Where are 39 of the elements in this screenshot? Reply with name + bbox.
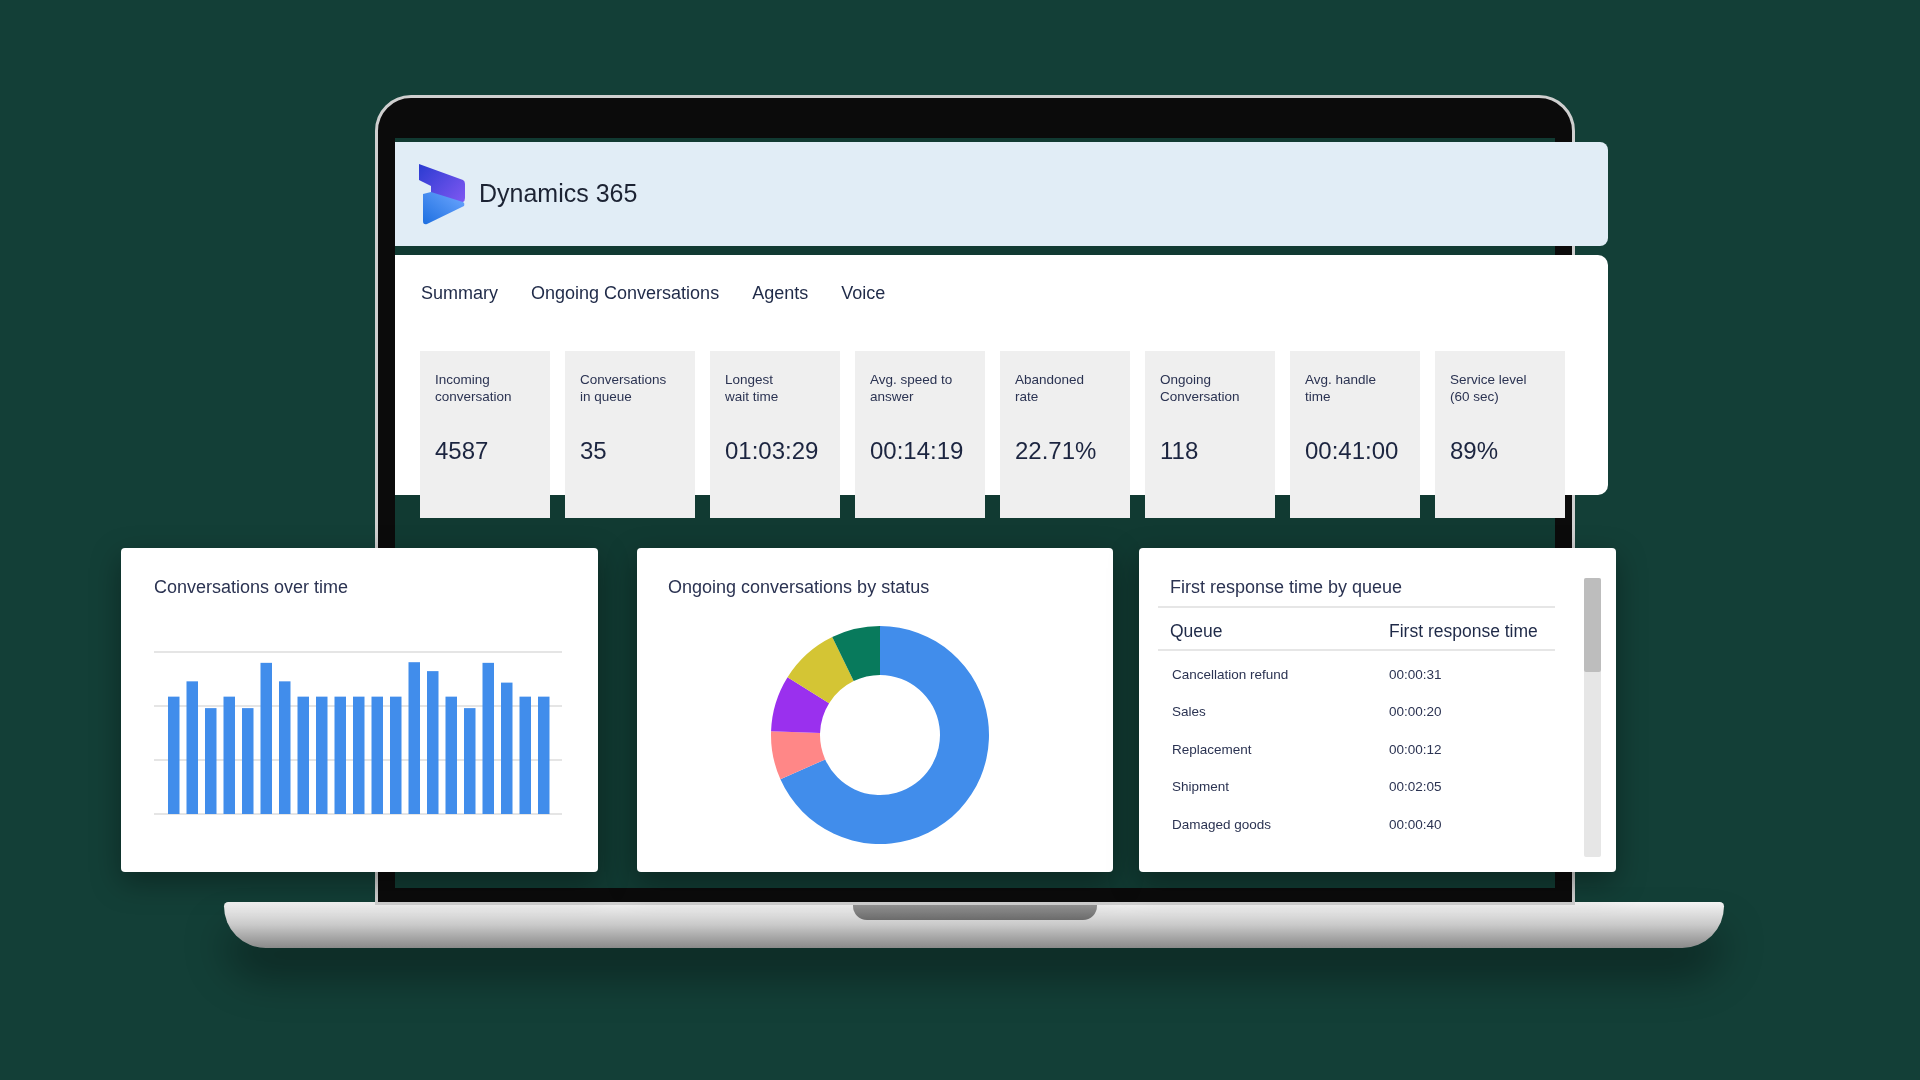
kpi-label: Abandoned rate [1015,371,1086,406]
kpi-label: Ongoing Conversation [1160,371,1241,406]
scrollbar-thumb[interactable] [1584,578,1601,672]
table-cell-text: Sales [1172,703,1207,722]
kpi-value: 35 [580,436,608,466]
kpi-label: Incoming conversation [435,371,513,406]
column-header: First response time [1389,620,1538,643]
nav-tab[interactable]: Agents [752,280,809,307]
app-title: Dynamics 365 [479,178,638,210]
table-cell-text: 00:02:05 [1389,778,1442,797]
kpi-label: Service level (60 sec) [1450,371,1528,406]
kpi-value: 89% [1450,436,1500,466]
nav-tab[interactable]: Voice [841,280,886,307]
table-title: First response time by queue [1170,576,1403,599]
nav-tab[interactable]: Ongoing Conversations [531,280,720,307]
column-header: Queue [1170,620,1224,643]
kpi-value: 4587 [435,436,490,466]
table-cell-text: Replacement [1172,740,1253,759]
kpi-value: 00:41:00 [1305,436,1400,466]
kpi-label: Avg. handle time [1305,371,1378,406]
table-cell-text: Cancellation refund [1172,665,1290,684]
table-cell-text: 00:00:20 [1389,703,1442,722]
scrollbar[interactable] [1584,578,1601,857]
kpi-value: 00:14:19 [870,436,965,466]
kpi-value: 22.71% [1015,436,1098,466]
table-cell-text: 00:00:31 [1389,665,1442,684]
table-cell-text: Shipment [1172,778,1231,797]
chart-title: Conversations over time [154,576,349,599]
chart-title: Ongoing conversations by status [668,576,930,599]
kpi-value: 118 [1160,436,1200,466]
table-cell-text: 00:00:12 [1389,740,1442,759]
kpi-label: Longest wait time [725,371,780,406]
kpi-value: 01:03:29 [725,436,820,466]
nav-tab[interactable]: Summary [421,280,498,307]
kpi-label: Conversations in queue [580,371,668,406]
table-cell-text: 00:00:40 [1389,815,1442,834]
app-logo [417,162,467,226]
kpi-label: Avg. speed to answer [870,371,954,406]
table-cell-text: Damaged goods [1172,815,1273,834]
